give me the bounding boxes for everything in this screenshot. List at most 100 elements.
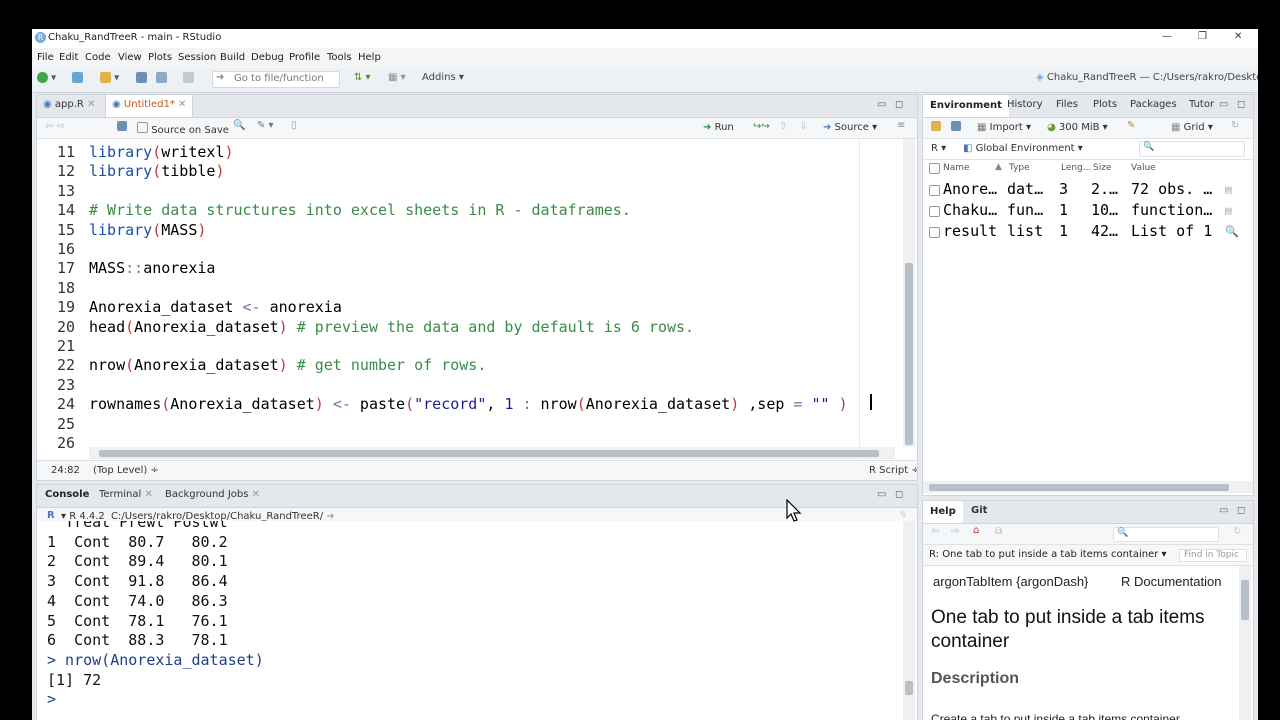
maximize-pane-icon[interactable]: ◻: [895, 489, 903, 500]
code-line[interactable]: 19 Anorexia_dataset <- anorexia: [37, 298, 903, 317]
minimize-button[interactable]: —: [1162, 31, 1172, 42]
print-icon[interactable]: [183, 72, 194, 84]
code-area[interactable]: 11 library(writexl) 12 library(tibble) 13 14 #…: [37, 139, 903, 461]
minimize-pane-icon[interactable]: ▭: [877, 99, 886, 110]
environment-search-input[interactable]: 🔍: [1139, 141, 1245, 157]
environment-row[interactable]: result list 1 42… List of 1 🔍: [923, 221, 1253, 242]
run-button[interactable]: ➜ Run: [703, 122, 734, 133]
close-tab-icon[interactable]: ✕: [87, 99, 95, 110]
load-workspace-icon[interactable]: [931, 121, 941, 132]
code-line[interactable]: 21: [37, 337, 903, 356]
menu-debug[interactable]: Debug: [251, 52, 284, 63]
column-value[interactable]: Value: [1131, 163, 1156, 173]
back-icon[interactable]: ⇦ ⇨: [45, 121, 65, 132]
git-icon[interactable]: ⇅ ▾: [354, 72, 371, 83]
menu-view[interactable]: View: [118, 52, 142, 63]
tab-environment[interactable]: Environment: [923, 95, 1009, 117]
menu-tools[interactable]: Tools: [327, 52, 352, 63]
code-line[interactable]: 22 nrow(Anorexia_dataset) # get number of…: [37, 356, 903, 375]
menu-help[interactable]: Help: [358, 52, 381, 63]
tab-tutorial[interactable]: Tutor: [1189, 99, 1214, 110]
close-button[interactable]: ✕: [1234, 31, 1242, 42]
code-line[interactable]: 12 library(tibble): [37, 162, 903, 181]
row-checkbox[interactable]: [929, 227, 940, 238]
tab-git[interactable]: Git: [971, 505, 987, 516]
language-selector[interactable]: R ▾: [931, 143, 946, 154]
open-window-icon[interactable]: ⧉: [995, 526, 1002, 537]
home-icon[interactable]: ⌂: [973, 525, 979, 536]
import-dataset-button[interactable]: ▦ Import ▾: [977, 122, 1031, 133]
tab-background-jobs[interactable]: Background Jobs ✕: [165, 489, 260, 500]
minimize-pane-icon[interactable]: ▭: [1219, 505, 1228, 516]
column-length[interactable]: Leng...: [1061, 163, 1091, 173]
view-search-icon[interactable]: 🔍: [1225, 221, 1239, 242]
help-back-icon[interactable]: ⇦: [931, 526, 939, 537]
rerun-icon[interactable]: ↪↪: [753, 121, 770, 132]
row-checkbox[interactable]: [929, 185, 940, 196]
sort-icon[interactable]: ▲: [995, 162, 1002, 172]
open-file-icon[interactable]: ▾: [100, 72, 119, 84]
environment-hscrollbar[interactable]: [923, 481, 1253, 493]
menu-plots[interactable]: Plots: [148, 52, 172, 63]
help-search-input[interactable]: 🔍: [1113, 527, 1219, 542]
close-tab-icon[interactable]: ✕: [144, 489, 152, 500]
outline-icon[interactable]: ≡: [897, 120, 905, 131]
help-topic-selector[interactable]: R: One tab to put inside a tab items con…: [929, 549, 1167, 560]
code-line[interactable]: 18: [37, 279, 903, 298]
code-line[interactable]: 13: [37, 182, 903, 201]
help-refresh-icon[interactable]: ↻: [1233, 526, 1241, 537]
menu-code[interactable]: Code: [85, 52, 111, 63]
save-icon[interactable]: [136, 72, 147, 84]
help-forward-icon[interactable]: ⇨: [951, 526, 959, 537]
tab-plots[interactable]: Plots: [1093, 99, 1117, 110]
close-tab-icon[interactable]: ✕: [178, 99, 186, 110]
menu-edit[interactable]: Edit: [59, 52, 78, 63]
save-icon[interactable]: [117, 121, 127, 132]
editor-scroll-thumb[interactable]: [905, 263, 913, 445]
maximize-pane-icon[interactable]: ◻: [1237, 99, 1245, 110]
maximize-pane-icon[interactable]: ◻: [895, 99, 903, 110]
maximize-pane-icon[interactable]: ◻: [1237, 505, 1245, 516]
wand-icon[interactable]: ✎ ▾: [257, 120, 274, 131]
down-icon[interactable]: ⇩: [799, 121, 807, 132]
tab-app-r[interactable]: ◉ app.R ✕: [43, 99, 95, 110]
menu-profile[interactable]: Profile: [289, 52, 320, 63]
source-on-save-checkbox[interactable]: Source on Save: [137, 122, 229, 136]
tab-console[interactable]: Console: [45, 489, 89, 500]
minimize-pane-icon[interactable]: ▭: [1219, 99, 1228, 110]
compile-icon[interactable]: ▯: [291, 120, 297, 131]
row-checkbox[interactable]: [929, 206, 940, 217]
environment-row[interactable]: Chaku… fun… 1 10… function… ▤: [923, 200, 1253, 221]
file-type-selector[interactable]: R Script ÷: [869, 465, 917, 476]
tab-help[interactable]: Help: [923, 501, 963, 523]
addins-menu[interactable]: Addins ▾: [422, 72, 464, 83]
project-menu[interactable]: ◈ Chaku_RandTreeR — C:/Users/rakro/Deskt…: [1036, 72, 1258, 83]
select-all-checkbox[interactable]: [929, 163, 940, 174]
source-button[interactable]: ➜ Source ▾: [823, 122, 877, 133]
maximize-button[interactable]: ❐: [1198, 31, 1207, 42]
code-line[interactable]: 25: [37, 415, 903, 434]
minimize-pane-icon[interactable]: ▭: [877, 489, 886, 500]
close-tab-icon[interactable]: ✕: [252, 489, 260, 500]
save-workspace-icon[interactable]: [951, 121, 961, 132]
menu-build[interactable]: Build: [220, 52, 245, 63]
environment-row[interactable]: Anore… dat… 3 2.… 72 obs. … ▤: [923, 179, 1253, 200]
clear-console-icon[interactable]: ✎: [899, 510, 907, 521]
code-line[interactable]: 23: [37, 376, 903, 395]
column-size[interactable]: Size: [1093, 163, 1111, 173]
code-line[interactable]: 15 library(MASS): [37, 221, 903, 240]
code-line[interactable]: 11 library(writexl): [37, 143, 903, 162]
tab-history[interactable]: History: [1007, 99, 1043, 110]
scope-selector[interactable]: ◧ Global Environment ▾: [963, 143, 1083, 154]
column-name[interactable]: Name: [943, 163, 970, 173]
menu-file[interactable]: File: [37, 52, 54, 63]
editor-hscrollbar[interactable]: [89, 447, 895, 459]
console-scroll-thumb[interactable]: [905, 681, 913, 695]
tab-untitled1[interactable]: ◉ Untitled1* ✕: [105, 95, 194, 117]
scope-selector[interactable]: (Top Level) ÷: [93, 465, 159, 476]
search-icon[interactable]: 🔍: [233, 120, 245, 131]
up-icon[interactable]: ⇧: [779, 121, 787, 132]
new-file-icon[interactable]: ▾: [37, 72, 56, 84]
view-table-icon[interactable]: ▤: [1225, 200, 1232, 221]
help-scrollbar[interactable]: [1239, 566, 1251, 720]
